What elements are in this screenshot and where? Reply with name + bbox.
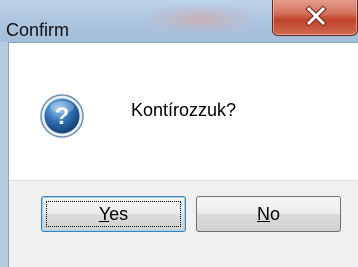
confirm-dialog-window: Confirm ? Kontírozzuk? Yes No — [0, 0, 358, 267]
yes-label-rest: es — [109, 204, 129, 224]
yes-button-label: Yes — [99, 204, 128, 224]
dialog-body: ? Kontírozzuk? Yes No — [8, 42, 358, 267]
question-icon: ? — [40, 94, 84, 138]
message-area: ? Kontírozzuk? — [9, 43, 358, 181]
window-title: Confirm — [6, 20, 70, 40]
no-button-label: No — [257, 204, 280, 224]
close-button[interactable] — [272, 0, 358, 36]
title-bar[interactable]: Confirm — [0, 0, 358, 42]
title-bar-glass-highlight — [150, 6, 250, 32]
close-icon — [305, 5, 327, 27]
no-button[interactable]: No — [196, 196, 341, 232]
svg-text:?: ? — [55, 103, 70, 130]
no-label-rest: o — [269, 204, 280, 224]
yes-button[interactable]: Yes — [41, 196, 186, 232]
dialog-message: Kontírozzuk? — [131, 100, 237, 120]
yes-mnemonic: Y — [98, 204, 110, 224]
no-mnemonic: N — [256, 204, 270, 224]
